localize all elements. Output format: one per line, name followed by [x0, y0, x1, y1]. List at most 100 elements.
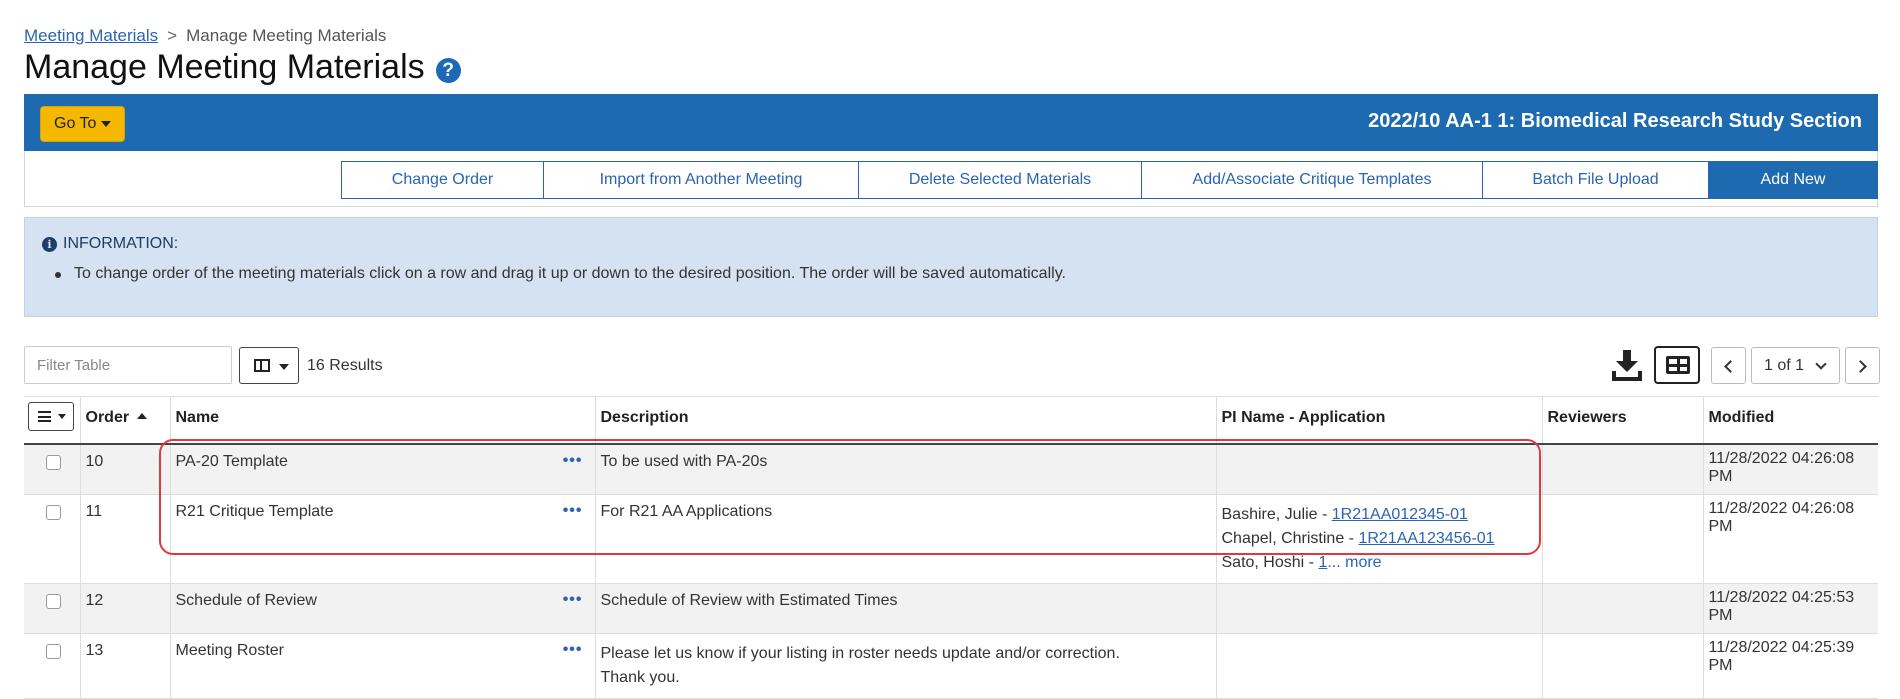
table-row[interactable]: 13 Meeting Roster ••• Please let us know … [24, 633, 1878, 699]
order-cell: 11 [79, 494, 170, 584]
chevron-left-icon [1724, 360, 1737, 373]
meeting-title: 2022/10 AA-1 1: Biomedical Research Stud… [1368, 110, 1862, 132]
add-new-button[interactable]: Add New [1708, 161, 1878, 199]
columns-icon [254, 359, 270, 372]
chevron-down-icon [1815, 358, 1827, 370]
table-row[interactable]: 12 Schedule of Review ••• Schedule of Rev… [24, 583, 1878, 634]
column-chooser-button[interactable] [239, 347, 299, 384]
menu-icon [38, 411, 51, 422]
action-toolbar: Change Order Import from Another Meeting… [24, 151, 1878, 207]
caret-down-icon [101, 120, 112, 127]
reviewers-cell [1541, 583, 1703, 634]
information-item-text: To change order of the meeting materials… [74, 265, 1066, 282]
application-link[interactable]: 1 [1318, 554, 1327, 571]
table-icon [1666, 356, 1690, 374]
table-row[interactable]: 10 PA-20 Template ••• To be used with PA-… [24, 444, 1878, 495]
breadcrumb: Meeting Materials > Manage Meeting Materia… [24, 26, 386, 46]
pi-name: Sato, Hoshi - [1221, 554, 1319, 571]
more-options-icon[interactable]: ••• [563, 641, 583, 659]
page-title-container: Manage Meeting Materials ? [24, 48, 461, 87]
name-cell: R21 Critique Template ••• [169, 494, 595, 584]
column-header-modified[interactable]: Modified [1702, 396, 1878, 445]
table-view-toggle[interactable] [1654, 346, 1700, 384]
row-checkbox[interactable] [46, 644, 61, 659]
information-heading: i INFORMATION: [42, 235, 178, 253]
application-link[interactable]: 1R21AA012345-01 [1332, 506, 1468, 523]
go-to-button[interactable]: Go To [40, 106, 126, 142]
page-select-value: 1 of 1 [1764, 357, 1805, 374]
description-line: Please let us know if your listing in ro… [600, 645, 1120, 662]
pi-entry: Chapel, Christine - 1R21AA123456-01 [1222, 527, 1537, 551]
name-cell: PA-20 Template ••• [169, 444, 595, 495]
material-name: R21 Critique Template [175, 503, 334, 520]
caret-down-icon [58, 414, 66, 419]
pi-application-cell [1215, 583, 1542, 634]
order-cell: 10 [79, 444, 170, 495]
information-heading-text: INFORMATION: [63, 235, 179, 252]
download-icon[interactable] [1612, 348, 1642, 382]
order-cell: 12 [79, 583, 170, 634]
row-select-cell [24, 444, 80, 495]
column-header-order[interactable]: Order [79, 396, 170, 445]
bulk-actions-menu-button[interactable] [28, 402, 74, 431]
help-icon[interactable]: ? [435, 58, 461, 83]
more-options-icon[interactable]: ••• [563, 502, 583, 520]
name-cell: Schedule of Review ••• [169, 583, 595, 634]
row-checkbox[interactable] [46, 594, 61, 609]
name-cell: Meeting Roster ••• [169, 633, 595, 699]
batch-file-upload-button[interactable]: Batch File Upload [1482, 161, 1709, 199]
description-cell: Please let us know if your listing in ro… [594, 633, 1216, 699]
modified-cell: 11/28/2022 04:25:39 PM [1702, 633, 1878, 699]
row-checkbox[interactable] [46, 505, 61, 520]
breadcrumb-link-meeting-materials[interactable]: Meeting Materials [24, 26, 158, 45]
material-name: Meeting Roster [175, 642, 285, 659]
modified-cell: 11/28/2022 04:25:53 PM [1702, 583, 1878, 634]
table-header-select [24, 396, 80, 445]
material-name: Schedule of Review [175, 592, 317, 609]
column-header-reviewers[interactable]: Reviewers [1541, 396, 1703, 445]
row-select-cell [24, 633, 80, 699]
pi-application-cell [1215, 633, 1542, 699]
pi-entry: Sato, Hoshi - 1... more [1222, 551, 1537, 575]
column-header-name[interactable]: Name [169, 396, 595, 445]
show-more-link[interactable]: ... more [1327, 554, 1381, 571]
reviewers-cell [1541, 494, 1703, 584]
description-cell: Schedule of Review with Estimated Times [594, 583, 1216, 634]
pi-name: Bashire, Julie - [1221, 506, 1332, 523]
table-row[interactable]: 11 R21 Critique Template ••• For R21 AA A… [24, 494, 1878, 584]
import-from-another-meeting-button[interactable]: Import from Another Meeting [543, 161, 859, 199]
breadcrumb-separator: > [167, 26, 178, 45]
modified-cell: 11/28/2022 04:26:08 PM [1702, 444, 1878, 495]
info-icon: i [42, 236, 57, 252]
description-line: Thank you. [600, 669, 680, 686]
table-header-row: Order Name Description PI Name - Applica… [24, 396, 1878, 445]
page-select[interactable]: 1 of 1 [1751, 347, 1840, 384]
caret-down-icon [279, 364, 289, 370]
pi-application-cell [1215, 444, 1542, 495]
row-select-cell [24, 494, 80, 584]
more-options-icon[interactable]: ••• [563, 591, 583, 609]
more-options-icon[interactable]: ••• [563, 452, 583, 470]
next-page-button[interactable] [1845, 347, 1880, 384]
change-order-button[interactable]: Change Order [341, 161, 544, 199]
filter-table-input[interactable] [24, 346, 232, 384]
breadcrumb-current: Manage Meeting Materials [186, 26, 387, 45]
application-link[interactable]: 1R21AA123456-01 [1358, 530, 1494, 547]
results-count: 16 Results [307, 357, 383, 374]
materials-table: Order Name Description PI Name - Applica… [24, 396, 1878, 699]
column-header-pi-name-application[interactable]: PI Name - Application [1215, 396, 1542, 445]
order-cell: 13 [79, 633, 170, 699]
pi-entry: Bashire, Julie - 1R21AA012345-01 [1222, 503, 1537, 527]
delete-selected-materials-button[interactable]: Delete Selected Materials [858, 161, 1142, 199]
description-cell: For R21 AA Applications [594, 494, 1216, 584]
information-panel: i INFORMATION: To change order of the me… [24, 217, 1878, 317]
column-header-description[interactable]: Description [594, 396, 1216, 445]
add-associate-critique-templates-button[interactable]: Add/Associate Critique Templates [1141, 161, 1483, 199]
reviewers-cell [1541, 633, 1703, 699]
previous-page-button[interactable] [1711, 347, 1746, 384]
meeting-header-bar: Go To 2022/10 AA-1 1: Biomedical Researc… [24, 94, 1878, 151]
row-select-cell [24, 583, 80, 634]
modified-cell: 11/28/2022 04:26:08 PM [1702, 494, 1878, 584]
go-to-label: Go To [54, 115, 97, 132]
row-checkbox[interactable] [46, 455, 61, 470]
